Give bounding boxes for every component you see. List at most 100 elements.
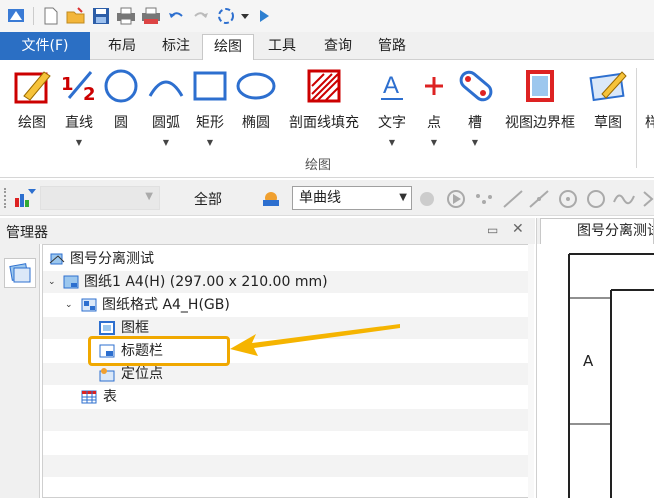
svg-text:A: A <box>383 72 399 99</box>
save-icon[interactable] <box>91 6 111 26</box>
regenerate-icon[interactable] <box>216 6 236 26</box>
toolbar-grip[interactable] <box>4 188 7 208</box>
tab-annotate[interactable]: 标注 <box>150 34 202 60</box>
arc-dropdown-icon[interactable]: ▼ <box>144 138 188 147</box>
new-file-icon[interactable] <box>41 6 61 26</box>
sketch-label: 草图 <box>594 115 622 131</box>
view-border-icon <box>526 70 554 102</box>
curve-select-dropdown[interactable]: 单曲线 ▼ <box>292 186 412 210</box>
drawing-canvas[interactable]: A <box>536 244 654 498</box>
tree-empty-row <box>43 409 529 431</box>
tab-tools[interactable]: 工具 <box>256 34 308 60</box>
svg-text:2: 2 <box>83 84 96 105</box>
document-tab[interactable]: 图号分离测试 <box>540 218 654 244</box>
ellipse-label: 椭圆 <box>242 115 270 131</box>
tree-row-locator[interactable]: 定位点 <box>43 363 529 385</box>
point-label: 点 <box>427 115 441 131</box>
more-label: 样 <box>645 115 654 131</box>
ribbon-tab-bar: 文件(F) 布局 标注 绘图 工具 查询 管路 <box>0 32 654 61</box>
print-icon[interactable] <box>116 6 136 26</box>
chevron-down-icon[interactable]: ⌄ <box>65 294 75 316</box>
pin-icon[interactable]: ▭ <box>487 223 498 237</box>
rectangle-icon <box>193 71 227 101</box>
point-dropdown-icon[interactable]: ▼ <box>418 138 450 147</box>
text-button[interactable]: A 文字 ▼ <box>372 64 412 154</box>
frame-icon <box>99 321 115 335</box>
sketch-icon <box>589 71 627 102</box>
filter-toolbar: ▼ 全部 单曲线 ▼ <box>0 180 654 216</box>
rectangle-label: 矩形 <box>196 115 224 131</box>
tab-query[interactable]: 查询 <box>312 34 364 60</box>
manager-side-tabs <box>0 244 40 498</box>
drawing-manager-tab[interactable] <box>4 258 36 288</box>
app-logo-icon[interactable] <box>6 6 26 26</box>
manager-tree: 图号分离测试 ⌄ 图纸1 A4(H) (297.00 x 210.00 mm) … <box>42 244 534 498</box>
rectangle-dropdown-icon[interactable]: ▼ <box>190 138 230 147</box>
highlight-box <box>88 336 230 366</box>
slot-button[interactable]: 槽 ▼ <box>454 64 496 154</box>
snap-toolbar-icons[interactable] <box>418 188 654 210</box>
undo-icon[interactable] <box>166 6 186 26</box>
text-label: 文字 <box>378 115 406 131</box>
ribbon-draw-panel: 绘图 12 直线 ▼ 圆 圆弧 ▼ 矩形 ▼ 椭圆 剖面线填充 A 文字 ▼ 点… <box>0 60 654 178</box>
selection-settings-icon[interactable] <box>260 188 282 212</box>
circle-button[interactable]: 圆 <box>102 64 140 154</box>
view-border-label: 视图边界框 <box>505 115 575 131</box>
text-icon: A <box>381 72 403 100</box>
draw-pencil-icon <box>14 71 51 104</box>
ellipse-button[interactable]: 椭圆 <box>234 64 278 154</box>
redo-icon[interactable] <box>191 6 211 26</box>
line-label: 直线 <box>65 115 93 131</box>
tree-row-root[interactable]: 图号分离测试 <box>43 248 529 270</box>
tree-table-label: 表 <box>103 389 117 405</box>
layer-combo[interactable]: ▼ <box>40 186 160 210</box>
tree-row-table[interactable]: 表 <box>43 386 529 408</box>
line-button[interactable]: 12 直线 ▼ <box>58 64 100 154</box>
tab-pipe[interactable]: 管路 <box>366 34 418 60</box>
quick-access-toolbar <box>0 0 654 32</box>
text-dropdown-icon[interactable]: ▼ <box>372 138 412 147</box>
hatch-icon <box>307 69 341 103</box>
more-button[interactable]: 样 <box>642 64 654 154</box>
close-icon[interactable]: ✕ <box>512 221 524 237</box>
tree-sheet-label: 图纸1 A4(H) (297.00 x 210.00 mm) <box>84 274 328 290</box>
tree-row-sheet[interactable]: ⌄ 图纸1 A4(H) (297.00 x 210.00 mm) <box>43 271 529 293</box>
tree-empty-row <box>43 455 529 477</box>
curve-select-value: 单曲线 <box>299 190 341 206</box>
arc-button[interactable]: 圆弧 ▼ <box>144 64 188 154</box>
sketch-button[interactable]: 草图 <box>584 64 632 154</box>
tab-file[interactable]: 文件(F) <box>0 32 90 60</box>
chevron-down-icon[interactable]: ⌄ <box>48 271 58 293</box>
manager-title: 管理器 <box>6 225 48 241</box>
rectangle-button[interactable]: 矩形 ▼ <box>190 64 230 154</box>
tab-layout[interactable]: 布局 <box>96 34 148 60</box>
hatch-label: 剖面线填充 <box>289 115 359 131</box>
drawing-frame <box>568 253 654 498</box>
ellipse-icon <box>236 72 276 100</box>
circle-label: 圆 <box>114 115 128 131</box>
print-preview-icon[interactable] <box>141 6 161 26</box>
arc-label: 圆弧 <box>152 115 180 131</box>
tree-row-format[interactable]: ⌄ 图纸格式 A4_H(GB) <box>43 294 529 316</box>
drawing-sheets-icon <box>9 263 31 283</box>
line-icon: 12 <box>61 71 96 105</box>
line-dropdown-icon[interactable]: ▼ <box>58 138 100 147</box>
table-icon <box>81 390 97 404</box>
slot-dropdown-icon[interactable]: ▼ <box>454 138 496 147</box>
view-border-button[interactable]: 视图边界框 <box>500 64 580 154</box>
tree-root-label: 图号分离测试 <box>70 251 154 267</box>
open-file-icon[interactable] <box>66 6 86 26</box>
play-icon[interactable] <box>254 6 274 26</box>
filter-icon[interactable] <box>14 188 36 212</box>
draw-button[interactable]: 绘图 <box>8 64 56 154</box>
hatch-button[interactable]: 剖面线填充 <box>284 64 364 154</box>
tree-scrollbar[interactable] <box>528 244 534 498</box>
tab-draw[interactable]: 绘图 <box>202 34 254 61</box>
scope-all-label[interactable]: 全部 <box>194 189 222 209</box>
dropdown-arrow-icon[interactable] <box>241 6 249 26</box>
separator <box>33 7 34 25</box>
point-button[interactable]: 点 ▼ <box>418 64 450 154</box>
ribbon-group-label: 绘图 <box>305 158 332 173</box>
annotation-arrow-icon <box>230 324 400 356</box>
point-plus-icon <box>425 77 443 95</box>
